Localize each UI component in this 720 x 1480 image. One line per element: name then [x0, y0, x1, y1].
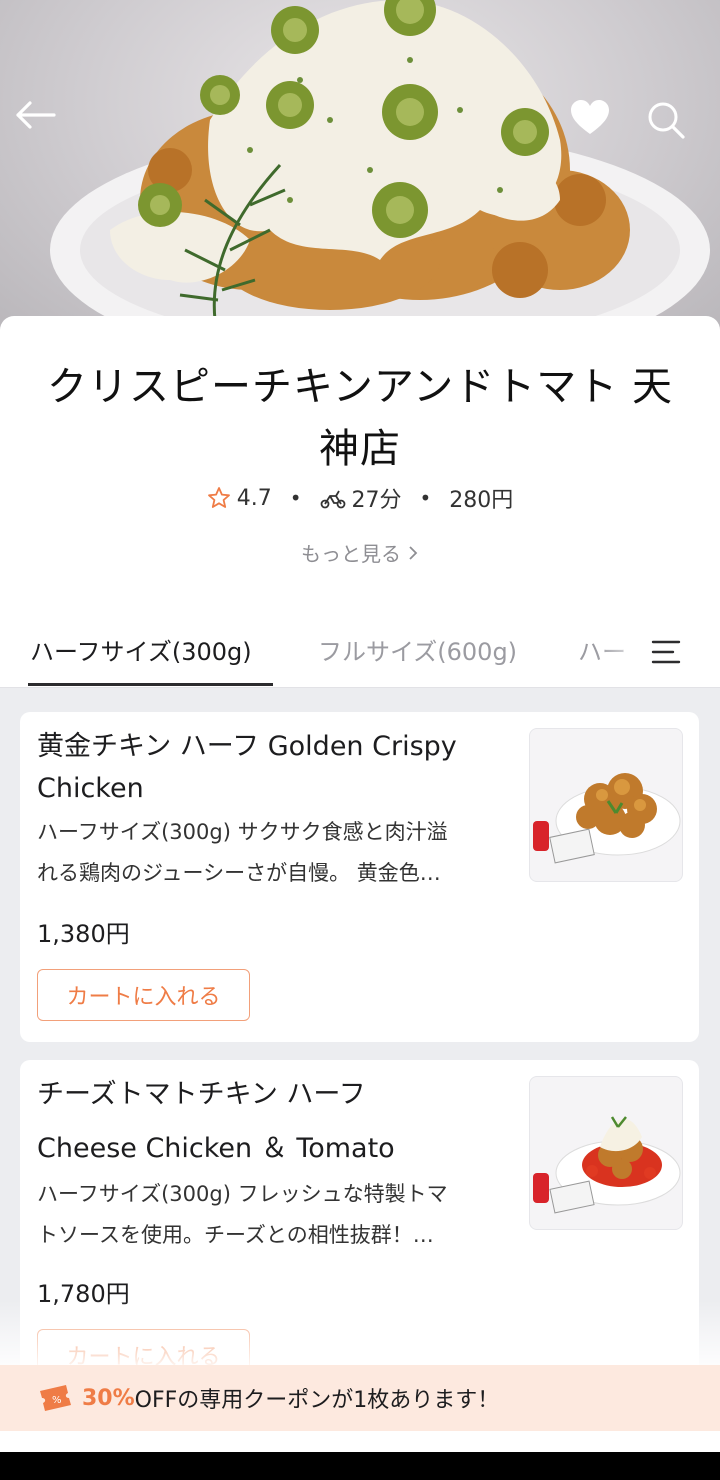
search-button[interactable] [646, 100, 694, 148]
item-description: ハーフサイズ(300g) フレッシュな特製トマ トソースを使用。チーズとの相性抜… [37, 1174, 512, 1256]
delivery-fee-value: 280円 [449, 488, 514, 513]
chevron-right-icon [409, 545, 418, 560]
coupon-percent: 30% [82, 1385, 135, 1411]
item-name-line2: Chicken [37, 773, 144, 804]
tab-half-size[interactable]: ハーフサイズ(300g) [30, 632, 252, 667]
item-name: 黄金チキン ハーフ Golden Crispy Chicken [37, 726, 517, 810]
store-info-card: クリスピーチキンアンドトマト 天 神店 4.7 • 27分 • 280円 もっと… [0, 316, 720, 688]
delivery-time-value: 27分 [351, 488, 402, 513]
see-more-link[interactable]: もっと見る [0, 538, 720, 567]
item-thumbnail [529, 1076, 683, 1230]
item-name-line1: チーズトマトチキン ハーフ [37, 1079, 366, 1110]
star-icon [207, 487, 230, 508]
item-thumbnail [529, 728, 683, 882]
rating: 4.7 [207, 486, 272, 511]
item-name-line2: Cheese Chicken ＆ Tomato [37, 1133, 395, 1164]
heart-icon [571, 100, 609, 134]
coupon-ticket-icon: % [40, 1385, 71, 1411]
item-desc-line1: ハーフサイズ(300g) サクサク食感と肉汁溢 [37, 820, 448, 844]
separator-dot: • [289, 486, 302, 510]
golden-chicken-photo [533, 773, 681, 864]
store-name: クリスピーチキンアンドトマト 天 神店 [20, 356, 700, 480]
scooter-icon [320, 490, 345, 509]
item-price: 1,380円 [37, 920, 130, 948]
category-menu-button[interactable] [648, 634, 684, 670]
separator-dot: • [419, 486, 432, 510]
tab-full-size[interactable]: フルサイズ(600g) [318, 632, 517, 667]
category-tabs: ハーフサイズ(300g) フルサイズ(600g) ハー [0, 616, 720, 688]
rating-value: 4.7 [236, 485, 272, 511]
item-name: チーズトマトチキン ハーフ Cheese Chicken ＆ Tomato [37, 1068, 517, 1176]
see-more-label: もっと見る [301, 542, 401, 566]
fried-chicken-photo [50, 0, 710, 340]
item-name-line1: 黄金チキン ハーフ Golden Crispy [37, 731, 457, 762]
tab-half-more[interactable]: ハー [578, 632, 634, 667]
favorite-button[interactable] [570, 100, 618, 148]
back-button[interactable] [14, 100, 62, 148]
delivery-fee: 280円 [449, 482, 513, 514]
item-desc-line2: れる鶏肉のジューシーさが自慢。 黄金色… [37, 861, 441, 885]
store-meta: 4.7 • 27分 • 280円 [0, 482, 720, 514]
svg-text:%: % [52, 1395, 62, 1406]
item-description: ハーフサイズ(300g) サクサク食感と肉汁溢 れる鶏肉のジューシーさが自慢。 … [37, 812, 512, 894]
active-tab-indicator [28, 683, 273, 686]
store-name-line2: 神店 [319, 426, 401, 472]
cheese-tomato-chicken-photo [533, 1116, 681, 1214]
coupon-banner[interactable]: % 30% OFFの専用クーポンが1枚あります！ [0, 1365, 720, 1431]
coupon-text: OFFの専用クーポンが1枚あります！ [134, 1388, 500, 1413]
item-desc-line2: トソースを使用。チーズとの相性抜群！… [37, 1223, 434, 1247]
add-to-cart-button[interactable]: カートに入れる [37, 969, 250, 1021]
next-item-peek [0, 1431, 720, 1452]
delivery-time: 27分 [320, 482, 402, 514]
hero-image [0, 0, 720, 340]
item-desc-line1: ハーフサイズ(300g) フレッシュな特製トマ [37, 1182, 448, 1206]
back-arrow-icon [16, 101, 56, 129]
list-menu-icon [651, 640, 681, 664]
item-price: 1,780円 [37, 1280, 130, 1308]
system-nav-bar [0, 1452, 720, 1480]
search-icon [648, 102, 685, 139]
store-name-line1: クリスピーチキンアンドトマト 天 [47, 364, 673, 410]
menu-item-card[interactable]: 黄金チキン ハーフ Golden Crispy Chicken ハーフサイズ(3… [20, 712, 699, 1042]
